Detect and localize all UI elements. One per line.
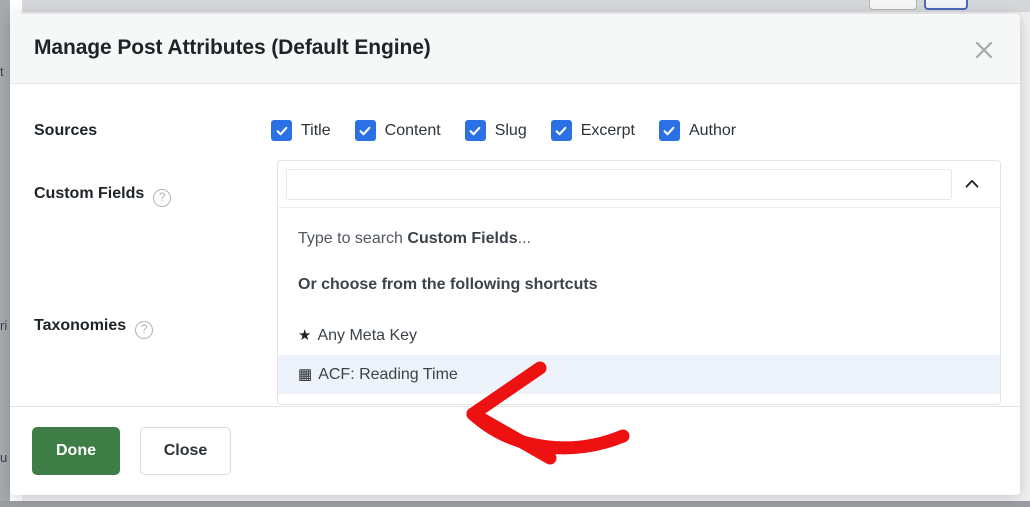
screen-root: t ri u Manage Post Attributes (Default E… <box>0 0 1030 507</box>
shortcuts-subheading: Or choose from the following shortcuts <box>298 276 598 293</box>
combobox-control[interactable] <box>277 160 1001 207</box>
done-button[interactable]: Done <box>32 427 120 475</box>
taxonomies-label: Taxonomies? <box>34 317 154 339</box>
checkbox-check-icon <box>271 120 292 141</box>
close-icon[interactable] <box>970 36 998 64</box>
manage-post-attributes-modal: Manage Post Attributes (Default Engine) … <box>10 14 1020 495</box>
sources-checkbox-group: Title Content Slug Excerpt Author <box>271 120 736 141</box>
custom-fields-search-input[interactable] <box>286 168 952 200</box>
modal-body: Sources Custom Fields? Taxonomies? Title <box>10 84 1020 406</box>
close-button[interactable]: Close <box>140 427 231 475</box>
chevron-up-icon[interactable] <box>952 164 992 204</box>
background-bottom-strip <box>0 501 1030 507</box>
checkbox-content[interactable]: Content <box>354 120 441 141</box>
option-any-meta-key[interactable]: ★ Any Meta Key <box>278 316 1000 355</box>
checkbox-label: Slug <box>494 121 527 139</box>
checkbox-check-icon <box>658 120 680 141</box>
custom-fields-dropdown-panel: Type to search Custom Fields... Or choos… <box>277 207 1001 405</box>
checkbox-label: Author <box>688 121 737 139</box>
option-label: ACF: Reading Time <box>318 365 458 383</box>
search-hint-bold: Custom Fields <box>407 230 518 247</box>
table-icon: ▦ <box>298 366 313 383</box>
help-icon[interactable]: ? <box>153 189 172 207</box>
toolbar-button-secondary[interactable] <box>869 0 917 10</box>
checkbox-label: Title <box>301 121 331 139</box>
checkbox-title[interactable]: Title <box>271 120 331 141</box>
star-icon: ★ <box>298 327 312 344</box>
background-text-fragment: t <box>0 64 4 79</box>
checkbox-slug[interactable]: Slug <box>464 120 527 141</box>
taxonomies-label-text: Taxonomies <box>34 317 127 334</box>
custom-fields-label-text: Custom Fields <box>34 185 145 202</box>
checkbox-check-icon <box>550 120 572 141</box>
option-acf-reading-time[interactable]: ▦ ACF: Reading Time <box>278 355 1000 394</box>
search-hint: Type to search Custom Fields... <box>278 230 1000 248</box>
modal-header: Manage Post Attributes (Default Engine) <box>10 14 1020 84</box>
background-text-fragment: u <box>0 450 8 465</box>
background-text-fragment: ri <box>0 318 8 333</box>
checkbox-label: Content <box>384 121 441 139</box>
checkbox-check-icon <box>464 120 486 141</box>
help-icon[interactable]: ? <box>135 321 154 339</box>
checkbox-label: Excerpt <box>580 121 635 139</box>
option-label: Any Meta Key <box>317 326 418 344</box>
search-hint-prefix: Type to search <box>298 230 408 247</box>
custom-fields-combobox: Type to search Custom Fields... Or choos… <box>277 160 1001 405</box>
modal-footer: Done Close <box>10 406 1020 494</box>
custom-fields-label: Custom Fields? <box>34 185 172 207</box>
modal-title: Manage Post Attributes (Default Engine) <box>34 36 431 59</box>
toolbar-button-primary[interactable] <box>924 0 968 10</box>
checkbox-author[interactable]: Author <box>658 120 737 141</box>
search-hint-suffix: ... <box>517 230 531 247</box>
sources-label: Sources <box>34 122 98 139</box>
checkbox-check-icon <box>354 120 376 141</box>
checkbox-excerpt[interactable]: Excerpt <box>550 120 635 141</box>
